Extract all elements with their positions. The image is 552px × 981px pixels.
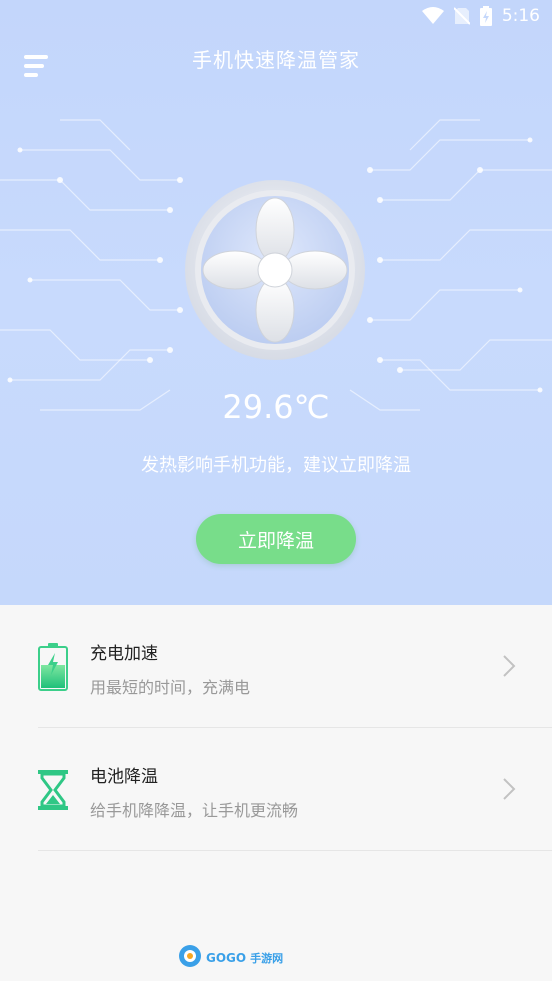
- chevron-right-icon: [502, 655, 516, 677]
- no-sim-icon: [453, 7, 470, 25]
- status-bar: 5:16: [0, 0, 552, 32]
- feature-list: 充电加速 用最短的时间，充满电 电池降温 给手机降降温，让手机更流畅: [0, 605, 552, 851]
- temperature-reading: 29.6℃: [222, 388, 330, 426]
- chevron-right-icon: [502, 778, 516, 800]
- heat-warning: 发热影响手机功能，建议立即降温: [141, 455, 411, 476]
- status-time: 5:16: [501, 6, 540, 26]
- battery-charging-icon: [38, 643, 68, 691]
- gogo-logo-icon: [178, 944, 202, 972]
- fan-icon[interactable]: [183, 178, 367, 362]
- feature-title: 充电加速: [90, 644, 158, 664]
- feature-title: 电池降温: [90, 767, 158, 787]
- hourglass-icon: [38, 770, 68, 818]
- hero-panel: 5:16 手机快速降温管家 29.6℃ 发热影响手机功能，建议立即降温 立即降温: [0, 0, 552, 605]
- watermark-logo: GOGO 手游网: [178, 944, 288, 972]
- watermark-suffix: 手游网: [250, 952, 284, 965]
- feature-description: 用最短的时间，充满电: [90, 678, 251, 697]
- page-title: 手机快速降温管家: [192, 48, 360, 72]
- list-item-charge-boost[interactable]: 充电加速 用最短的时间，充满电: [38, 605, 552, 728]
- wifi-icon: [421, 7, 444, 25]
- list-item-battery-cooling[interactable]: 电池降温 给手机降降温，让手机更流畅: [38, 728, 552, 851]
- battery-charging-icon: [479, 6, 492, 26]
- watermark-brand: GOGO: [206, 951, 247, 965]
- cool-down-button[interactable]: 立即降温: [196, 514, 356, 564]
- feature-description: 给手机降降温，让手机更流畅: [90, 801, 299, 820]
